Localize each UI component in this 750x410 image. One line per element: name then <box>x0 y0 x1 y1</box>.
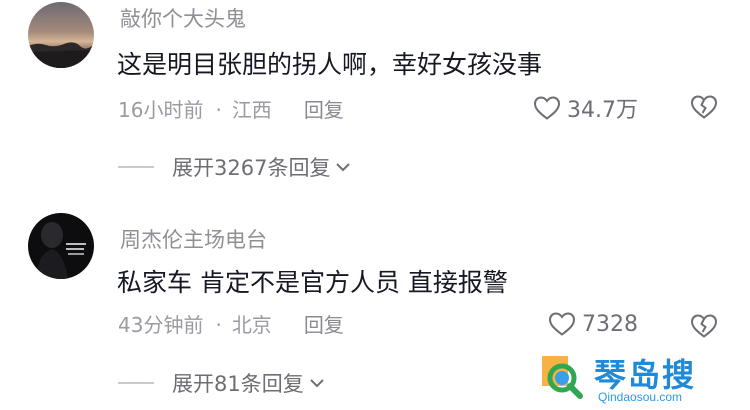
watermark-url: Qindaosou.com <box>598 390 683 404</box>
reply-button[interactable]: 回复 <box>304 98 344 122</box>
sunset-photo-icon <box>28 2 94 68</box>
watermark: 琴岛搜 Qindaosou.com <box>538 350 743 406</box>
comment-meta: 16小时前 · 江西 回复 <box>118 94 344 123</box>
dislike-button[interactable] <box>690 94 718 120</box>
comment-text: 这是明目张胆的拐人啊，幸好女孩没事 <box>117 50 543 79</box>
expand-replies-button[interactable]: 展开3267条回复 <box>118 152 352 182</box>
portrait-photo-icon <box>28 213 94 279</box>
location: 江西 <box>231 98 272 122</box>
broken-heart-icon <box>690 95 718 119</box>
timestamp: 16小时前 <box>118 98 204 122</box>
like-count: 34.7万 <box>567 98 638 123</box>
heart-icon <box>533 96 561 120</box>
comment-item: 敲你个大头鬼 这是明目张胆的拐人啊，幸好女孩没事 16小时前 · 江西 回复 34.7… <box>0 0 750 200</box>
username[interactable]: 周杰伦主场电台 <box>120 224 267 254</box>
chevron-down-icon <box>336 163 351 172</box>
avatar[interactable] <box>28 213 94 279</box>
username[interactable]: 敲你个大头鬼 <box>120 3 246 33</box>
like-button[interactable]: 34.7万 <box>533 92 638 124</box>
divider-line <box>118 166 154 168</box>
search-logo-icon <box>542 356 583 399</box>
separator: · <box>215 98 222 122</box>
comment-list: 敲你个大头鬼 这是明目张胆的拐人啊，幸好女孩没事 16小时前 · 江西 回复 34.7… <box>0 0 750 410</box>
avatar[interactable] <box>28 2 94 68</box>
expand-replies-label: 展开3267条回复 <box>172 156 331 180</box>
